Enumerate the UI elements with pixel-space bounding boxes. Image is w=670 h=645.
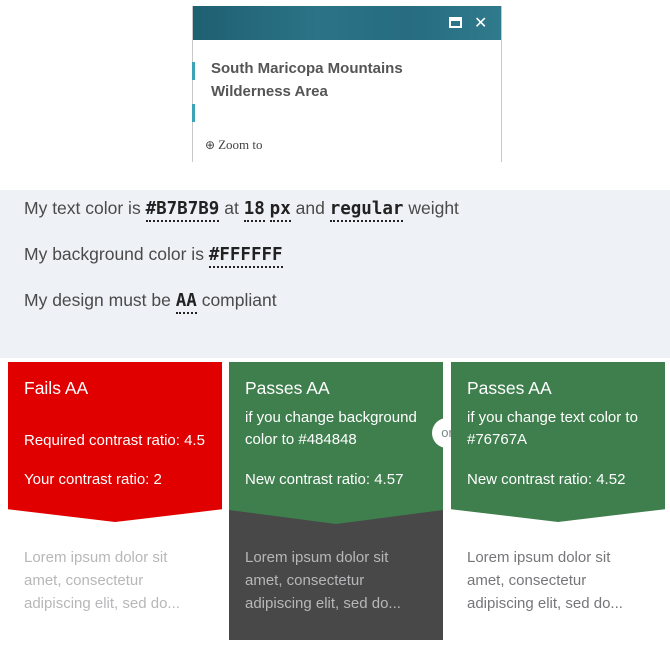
zoom-to-label: Zoom to [218, 137, 263, 152]
background-fix-header: Passes AA if you change background color… [229, 362, 443, 510]
background-fix-title: Passes AA [245, 378, 330, 398]
text-color-fix-ratio: New contrast ratio: 4.52 [467, 471, 626, 488]
text-color-label: My text color is [24, 198, 141, 218]
font-weight-value[interactable]: regular [329, 199, 404, 222]
text-color-fix-sample-text: Lorem ipsum dolor sit amet, consectetur … [467, 549, 623, 612]
compliance-label: My design must be [24, 290, 171, 310]
popup-accent-mark [192, 104, 195, 122]
contrast-settings: My text color is #B7B7B9 at 18 px and re… [0, 190, 670, 358]
text-color-fix-card: Passes AA if you change text color to #7… [451, 362, 665, 612]
popup-accent-mark [192, 62, 195, 80]
compliant-label: compliant [201, 290, 277, 310]
fail-card-title: Fails AA [24, 378, 89, 398]
fail-card-header: Fails AA Required contrast ratio: 4.5 Yo… [8, 362, 222, 522]
background-fix-description: if you change background color to #48484… [245, 409, 417, 448]
font-unit-value[interactable]: px [269, 199, 291, 222]
text-color-line: My text color is #B7B7B9 at 18 px and re… [24, 198, 459, 222]
background-fix-sample-text: Lorem ipsum dolor sit amet, consectetur … [245, 549, 401, 612]
font-size-value[interactable]: 18 [243, 199, 265, 222]
weight-label: weight [408, 198, 459, 218]
text-color-value[interactable]: #B7B7B9 [145, 199, 220, 222]
zoom-to-link[interactable]: ⊕ Zoom to [205, 137, 262, 153]
background-fix-sample-panel: Lorem ipsum dolor sit amet, consectetur … [229, 510, 443, 640]
background-color-value[interactable]: #FFFFFF [208, 245, 283, 268]
background-fix-ratio: New contrast ratio: 4.57 [245, 471, 404, 488]
text-color-fix-description: if you change text color to #76767A [467, 409, 638, 448]
popup-header: ✕ [193, 6, 501, 40]
compliance-line: My design must be AA compliant [24, 290, 277, 314]
maximize-icon[interactable] [449, 14, 462, 32]
map-popup: ✕ South Maricopa Mountains Wilderness Ar… [192, 6, 502, 162]
required-ratio: Required contrast ratio: 4.5 [24, 432, 205, 449]
close-icon[interactable]: ✕ [474, 14, 487, 32]
text-color-fix-header: Passes AA if you change text color to #7… [451, 362, 665, 522]
zoom-in-icon: ⊕ [205, 138, 216, 152]
your-ratio: Your contrast ratio: 2 [24, 471, 162, 488]
fail-sample-text: Lorem ipsum dolor sit amet, consectetur … [24, 549, 180, 612]
text-color-fix-title: Passes AA [467, 378, 552, 398]
at-label: at [224, 198, 239, 218]
background-color-line: My background color is #FFFFFF [24, 244, 283, 268]
fail-card: Fails AA Required contrast ratio: 4.5 Yo… [8, 362, 222, 612]
background-fix-card: Passes AA if you change background color… [229, 362, 443, 640]
background-color-label: My background color is [24, 244, 204, 264]
and-label: and [295, 198, 325, 218]
popup-title: South Maricopa Mountains Wilderness Area [211, 60, 403, 100]
compliance-level-value[interactable]: AA [175, 291, 197, 314]
